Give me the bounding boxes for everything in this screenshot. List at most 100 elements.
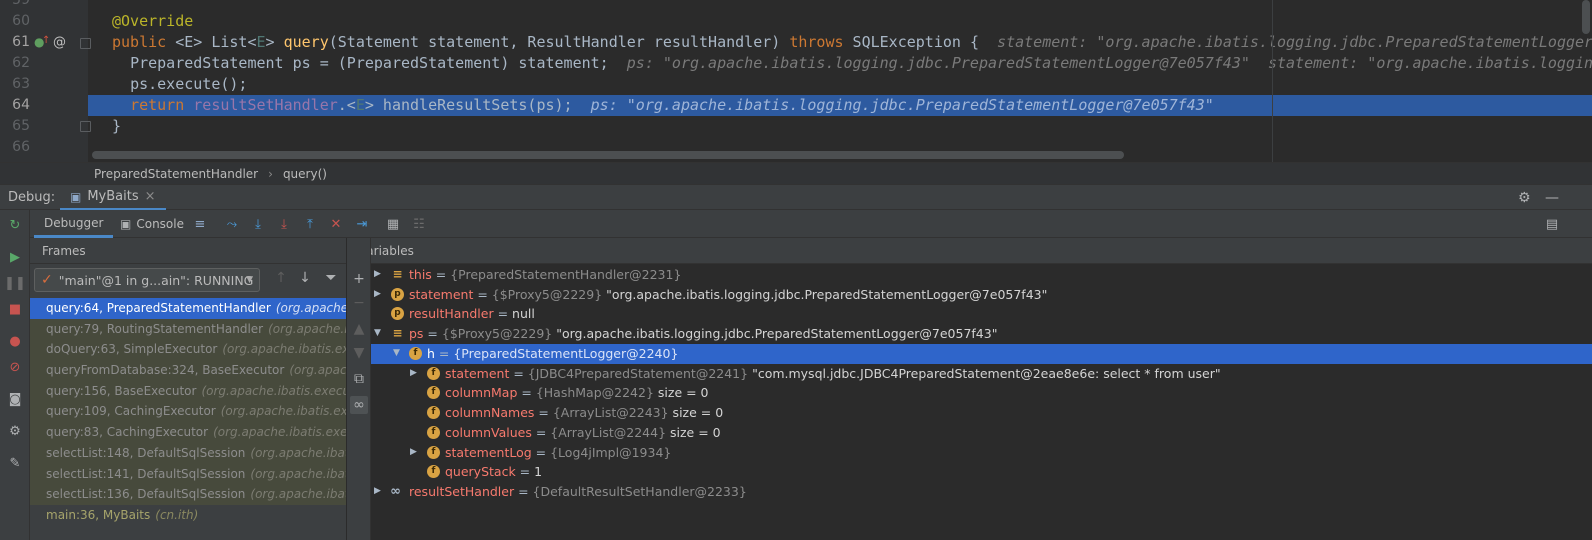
frame-up-icon[interactable]: ↑ [272,270,290,288]
thread-dropdown[interactable]: ✓ "main"@1 in g...ain": RUNNING ▼ [34,268,260,292]
stop-icon[interactable]: ■ [6,300,24,318]
field-icon: f [409,347,422,360]
resume-icon[interactable]: ▶ [6,248,24,266]
view-breakpoints-icon[interactable]: ● [6,332,24,350]
tab-debugger-label: Debugger [44,215,104,230]
variable-value: size = 0 [666,425,721,440]
frame-method: main:36, MyBaits [46,507,151,522]
move-up-icon[interactable]: ▲ [350,320,368,338]
variable-name: resultHandler [409,306,494,321]
variable-row-selected[interactable]: ▼ f h = {PreparedStatementLogger@2240} [371,344,1592,364]
variable-row[interactable]: f queryStack = 1 [371,462,1592,482]
code-editor[interactable]: 59 60 61 62 63 64 65 66 ● ↑ @ @Override … [0,0,1592,162]
frame-method: selectList:136, DefaultSqlSession [46,487,246,502]
variable-row[interactable]: f columnValues = {ArrayList@2244} size =… [371,423,1592,443]
move-down-icon[interactable]: ▼ [350,344,368,362]
close-icon[interactable]: × [145,189,156,204]
frame-item[interactable]: query:64, PreparedStatementHandler (org.a… [30,298,346,319]
variable-row[interactable]: ▶ f statementLog = {Log4jImpl@1934} [371,443,1592,463]
statement: PreparedStatement ps = (PreparedStatemen… [130,54,609,72]
override-up-arrow-icon[interactable]: ↑ [42,30,50,51]
pause-icon[interactable]: ❚❚ [4,274,26,292]
variable-type: {ArrayList@2243} [552,405,669,420]
breadcrumb-class[interactable]: PreparedStatementHandler [94,167,258,181]
frame-item[interactable]: query:156, BaseExecutor (org.apache.ibati… [30,380,346,402]
frame-item[interactable]: selectList:141, DefaultSqlSession (org.ap… [30,463,346,485]
frame-item[interactable]: doQuery:63, SimpleExecutor (org.apache.ib… [30,339,346,361]
variable-row[interactable]: ▶ ≡ this = {PreparedStatementHandler@223… [371,265,1592,285]
variable-name: statement [445,366,510,381]
variable-row[interactable]: ▼ ≡ ps = {$Proxy5@2229} "org.apache.ibat… [371,324,1592,344]
variable-row[interactable]: f columnNames = {ArrayList@2243} size = … [371,403,1592,423]
frame-item[interactable]: query:109, CachingExecutor (org.apache.ib… [30,401,346,423]
frame-package: (cn.ith) [155,507,199,522]
step-into-icon[interactable]: ⤓ [275,215,293,233]
layout-settings-icon[interactable]: ▤ [1543,215,1561,233]
run-to-cursor-icon[interactable]: ⇥ [353,215,371,233]
new-watch-icon[interactable]: + [350,270,368,288]
rerun-icon[interactable]: ↻ [6,216,24,234]
variable-row[interactable]: f columnMap = {HashMap@2242} size = 0 [371,383,1592,403]
code-line-63: ps.execute(); [88,74,1592,95]
thread-selected-value: "main"@1 in g...ain": RUNNING [58,272,254,288]
evaluate-expression-icon[interactable]: ▦ [384,215,402,233]
breadcrumb-method[interactable]: query() [283,167,327,181]
variable-row[interactable]: ▶ p statement = {$Proxy5@2229} "org.apac… [371,285,1592,305]
expand-arrow-icon[interactable]: ▶ [374,482,381,502]
line-number: 62 [12,55,30,71]
vertical-scrollbar[interactable] [1582,0,1590,34]
drop-frame-icon[interactable]: ✕ [327,215,345,233]
expand-arrow-icon[interactable]: ▶ [410,364,417,384]
step-out-icon[interactable]: ⤒ [301,215,319,233]
frame-item[interactable]: query:83, CachingExecutor (org.apache.iba… [30,422,346,443]
variable-row[interactable]: p resultHandler = null [371,304,1592,324]
annotation-marker-icon[interactable]: @ [53,32,66,53]
object-icon: ≡ [392,326,403,340]
trace-icon[interactable]: ☷ [410,215,428,233]
variable-type: {$Proxy5@2229} [491,287,603,302]
closing-brace: } [112,117,122,135]
settings-gear-icon[interactable]: ⚙ [1518,190,1531,206]
threads-menu-icon[interactable]: ≡ [191,215,209,233]
show-execution-point-icon[interactable]: ⤳ [223,215,241,233]
frame-item[interactable]: queryFromDatabase:324, BaseExecutor (org.… [30,360,346,381]
step-over-icon[interactable]: ⤓ [249,215,267,233]
copy-icon[interactable]: ⧉ [350,370,368,388]
collapse-arrow-icon[interactable]: ▼ [374,324,381,344]
tab-debugger[interactable]: Debugger [34,210,114,238]
code-line-61: public <E> List<E> query(Statement state… [88,32,1592,53]
keyword: public [112,33,167,51]
object-icon: ≡ [392,267,403,281]
remove-watch-icon[interactable]: − [350,294,368,312]
expand-arrow-icon[interactable]: ▶ [374,265,381,285]
variable-name: columnNames [445,405,535,420]
frame-item[interactable]: main:36, MyBaits (cn.ith) [30,504,346,526]
line-number: 60 [12,13,30,29]
equals: = [473,287,492,302]
pin-icon[interactable]: ✎ [6,454,24,472]
settings-icon[interactable]: ⚙ [6,422,24,440]
frame-down-icon[interactable]: ↓ [296,270,314,288]
collapse-arrow-icon[interactable]: ▼ [393,344,400,364]
frame-item[interactable]: selectList:148, DefaultSqlSession (org.ap… [30,442,346,464]
expand-arrow-icon[interactable]: ▶ [374,285,381,305]
frame-item[interactable]: selectList:136, DefaultSqlSession (org.ap… [30,484,346,505]
debug-session-tab[interactable]: ▣ MyBaits × [60,185,166,211]
variable-type: {ArrayList@2244} [550,425,667,440]
camera-icon[interactable]: ◙ [6,390,24,408]
horizontal-scrollbar[interactable] [92,151,1124,159]
variable-row[interactable]: ▶ f statement = {JDBC4PreparedStatement@… [371,364,1592,384]
frame-item[interactable]: query:79, RoutingStatementHandler (org.ap… [30,318,346,340]
tab-console[interactable]: ▣ Console [110,210,194,238]
annotation: @Override [112,12,194,30]
variable-row[interactable]: ▶ ∞ resultSetHandler = {DefaultResultSet… [371,482,1592,502]
field-icon: f [427,386,440,399]
frame-package: (org.apache.ibatis.session.defaults) [250,487,346,502]
minimize-icon[interactable]: — [1545,190,1559,206]
mute-breakpoints-icon[interactable]: ⊘ [6,358,24,376]
filter-icon[interactable]: ⏷ [322,270,340,288]
field-icon: f [427,367,440,380]
expand-arrow-icon[interactable]: ▶ [410,443,417,463]
keyword: throws [789,33,844,51]
show-watches-icon[interactable]: ∞ [350,396,368,414]
